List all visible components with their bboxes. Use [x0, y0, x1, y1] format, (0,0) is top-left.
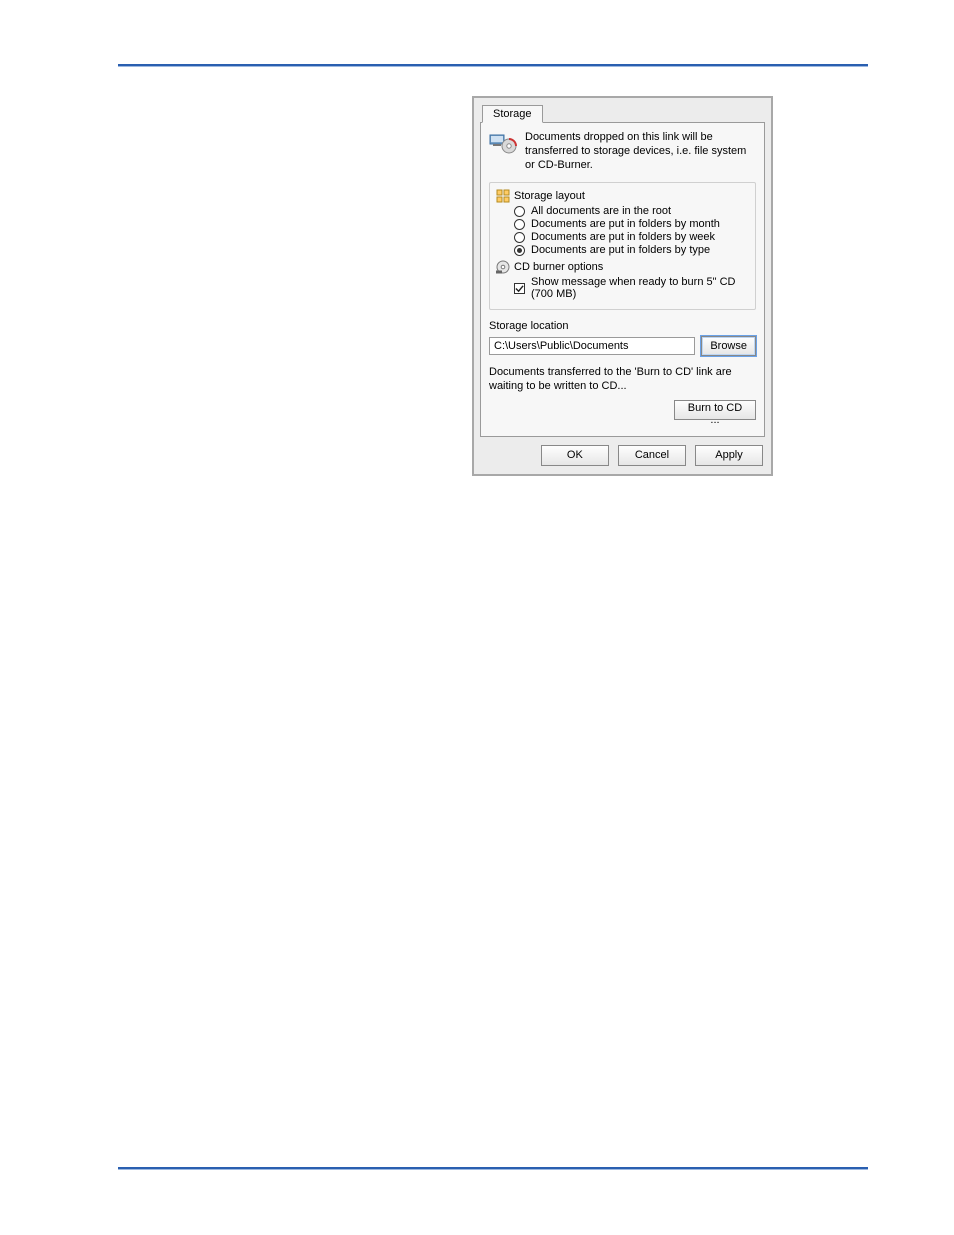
radio-root-label: All documents are in the root — [531, 205, 671, 217]
storage-location-input[interactable] — [489, 337, 695, 355]
tab-bar: Storage — [482, 104, 765, 122]
radio-type-label: Documents are put in folders by type — [531, 244, 710, 256]
cd-burner-label: CD burner options — [514, 261, 603, 273]
radio-icon-selected — [514, 245, 525, 256]
radio-icon — [514, 232, 525, 243]
ok-button[interactable]: OK — [541, 445, 609, 466]
storage-location-label: Storage location — [489, 320, 756, 332]
radio-month[interactable]: Documents are put in folders by month — [514, 218, 749, 230]
cd-burner-heading: CD burner options — [496, 260, 749, 274]
browse-button[interactable]: Browse — [701, 336, 756, 356]
burn-pending-text: Documents transferred to the 'Burn to CD… — [489, 366, 756, 394]
intro-text: Documents dropped on this link will be t… — [525, 131, 756, 172]
radio-icon — [514, 219, 525, 230]
dialog-button-row: OK Cancel Apply — [480, 445, 765, 466]
radio-week-label: Documents are put in folders by week — [531, 231, 715, 243]
storage-layout-label: Storage layout — [514, 190, 585, 202]
cd-burner-icon — [496, 260, 510, 274]
burn-to-cd-button[interactable]: Burn to CD ... — [674, 400, 756, 420]
storage-layout-heading: Storage layout — [496, 189, 749, 203]
radio-month-label: Documents are put in folders by month — [531, 218, 720, 230]
radio-type[interactable]: Documents are put in folders by type — [514, 244, 749, 256]
apply-button[interactable]: Apply — [695, 445, 763, 466]
storage-layout-icon — [496, 189, 510, 203]
storage-dialog: Storage Documents dropped o — [472, 96, 773, 476]
tab-storage[interactable]: Storage — [482, 105, 543, 123]
radio-icon — [514, 206, 525, 217]
checkbox-show-message[interactable]: Show message when ready to burn 5" CD (7… — [514, 276, 749, 300]
options-group: Storage layout All documents are in the … — [489, 182, 756, 310]
storage-devices-icon — [489, 131, 517, 155]
page-header-rule — [118, 64, 868, 67]
page-footer-rule — [118, 1167, 868, 1170]
tab-panel-storage: Documents dropped on this link will be t… — [480, 122, 765, 437]
checkbox-show-message-label: Show message when ready to burn 5" CD (7… — [531, 276, 749, 300]
cancel-button[interactable]: Cancel — [618, 445, 686, 466]
radio-root[interactable]: All documents are in the root — [514, 205, 749, 217]
checkbox-checked-icon — [514, 283, 525, 294]
radio-week[interactable]: Documents are put in folders by week — [514, 231, 749, 243]
